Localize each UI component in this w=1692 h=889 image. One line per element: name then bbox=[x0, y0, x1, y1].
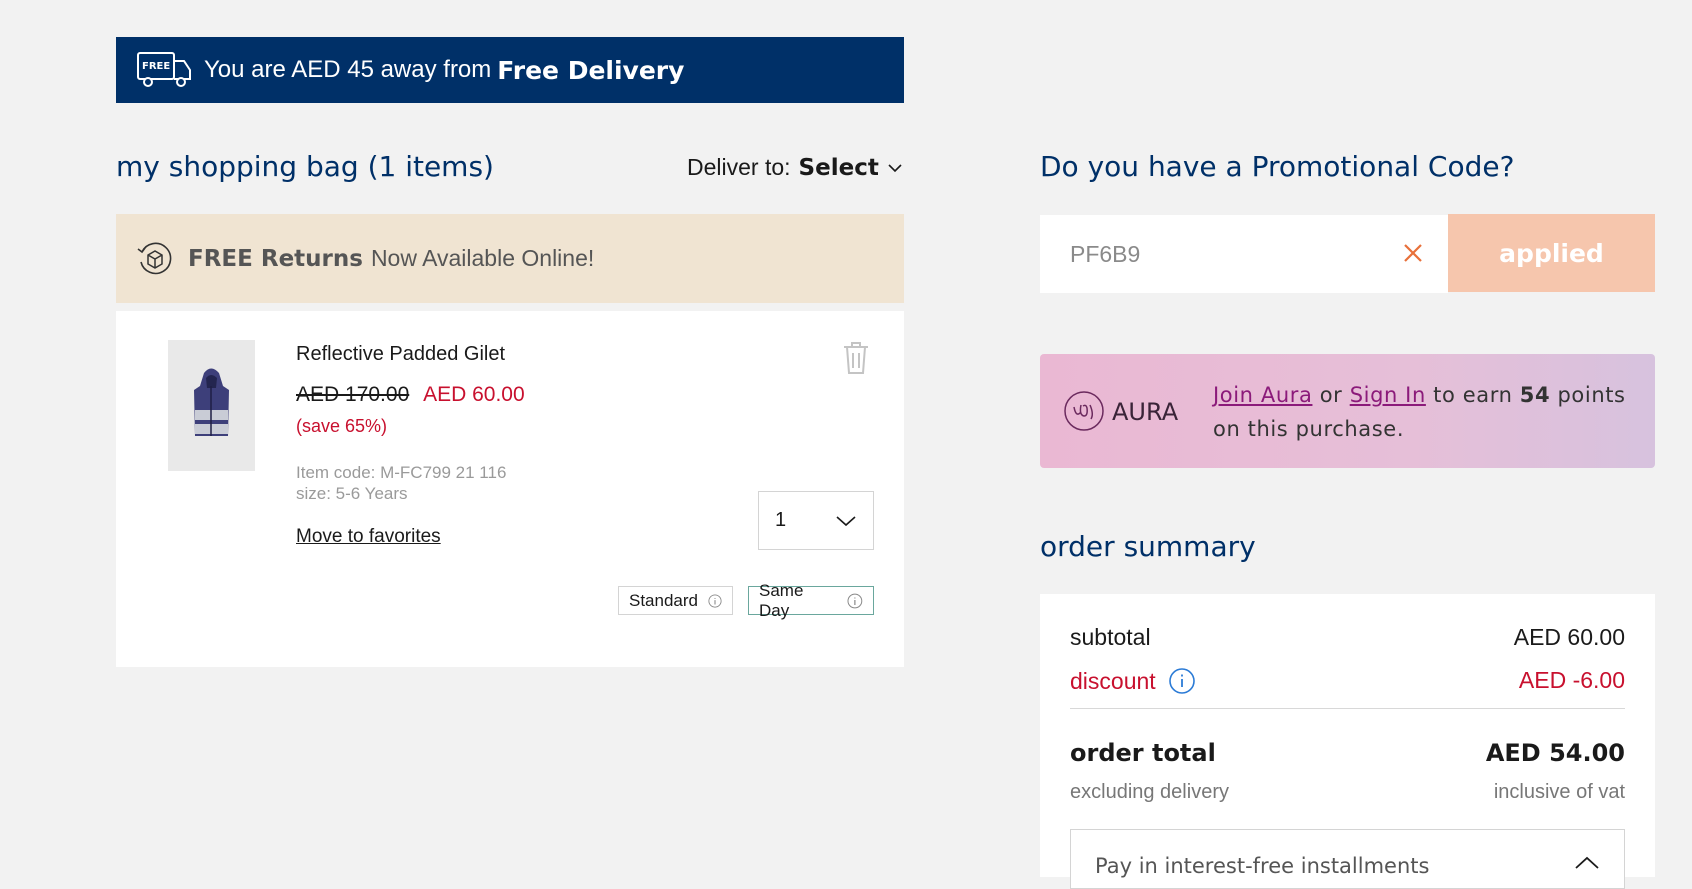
aura-message: Join Aura or Sign In to earn 54 points o… bbox=[1213, 378, 1638, 446]
discount-value: AED -6.00 bbox=[1518, 667, 1625, 693]
promo-applied-button[interactable]: applied bbox=[1448, 214, 1655, 292]
shopping-bag-title: my shopping bag (1 items) bbox=[116, 150, 494, 183]
deliver-to-selector[interactable]: Deliver to: Select bbox=[687, 154, 903, 181]
summary-divider bbox=[1070, 708, 1625, 709]
installments-accordion[interactable]: Pay in interest-free installments bbox=[1070, 829, 1625, 889]
discount-label: discount bbox=[1070, 667, 1156, 694]
delivery-option-label: Same Day bbox=[759, 580, 804, 620]
product-prices: AED 170.00 AED 60.00 bbox=[296, 383, 525, 407]
trash-icon[interactable] bbox=[840, 340, 872, 376]
move-to-favorites-link[interactable]: Move to favorites bbox=[296, 526, 441, 548]
sale-price: AED 60.00 bbox=[423, 383, 525, 406]
quantity-select[interactable]: 1 bbox=[758, 491, 874, 550]
aura-logo-icon bbox=[1064, 391, 1104, 431]
item-size: size: 5-6 Years bbox=[296, 484, 408, 503]
subtotal-row: subtotal AED 60.00 bbox=[1070, 624, 1625, 651]
aura-name: AURA bbox=[1112, 398, 1179, 426]
free-delivery-banner: FREE You are AED 45 away from Free Deliv… bbox=[116, 37, 904, 103]
banner-message: You are AED 45 away from bbox=[204, 56, 492, 83]
subtotal-value: AED 60.00 bbox=[1513, 624, 1625, 650]
order-total-row: order total AED 54.00 bbox=[1070, 739, 1625, 767]
discount-row: discount AED -6.00 bbox=[1070, 667, 1625, 695]
excluding-delivery-note: excluding delivery bbox=[1070, 781, 1229, 803]
promo-title: Do you have a Promotional Code? bbox=[1040, 150, 1515, 183]
delivery-option-standard[interactable]: Standard bbox=[618, 586, 733, 615]
chevron-down-icon bbox=[836, 515, 856, 526]
delivery-option-same-day[interactable]: Same Day bbox=[748, 581, 874, 620]
order-total-label: order total bbox=[1070, 739, 1216, 767]
item-code: Item code: M-FC799 21 116 bbox=[296, 463, 507, 482]
info-icon[interactable] bbox=[1168, 667, 1196, 695]
sign-in-link[interactable]: Sign In bbox=[1350, 383, 1426, 407]
promo-code-value[interactable]: PF6B9 bbox=[1070, 241, 1140, 268]
product-meta: Item code: M-FC799 21 116 size: 5-6 Year… bbox=[296, 462, 506, 504]
returns-strong: FREE Returns bbox=[188, 245, 363, 272]
original-price: AED 170.00 bbox=[296, 383, 410, 406]
inclusive-vat-note: inclusive of vat bbox=[1493, 781, 1625, 803]
aura-points: 54 bbox=[1519, 383, 1551, 407]
order-total-value: AED 54.00 bbox=[1485, 739, 1625, 767]
aura-or: or bbox=[1319, 383, 1343, 407]
svg-text:FREE: FREE bbox=[142, 61, 170, 72]
chevron-down-icon bbox=[888, 163, 902, 172]
product-name[interactable]: Reflective Padded Gilet bbox=[296, 343, 505, 366]
vat-note-row: excluding delivery inclusive of vat bbox=[1070, 781, 1625, 804]
returns-text: Now Available Online! bbox=[370, 245, 595, 271]
gilet-illustration bbox=[194, 368, 229, 436]
aura-earn-pre: to earn bbox=[1433, 383, 1513, 407]
free-returns-banner: FREE Returns Now Available Online! bbox=[116, 214, 904, 303]
order-summary-title: order summary bbox=[1040, 530, 1256, 563]
delivery-option-label: Standard bbox=[629, 590, 698, 610]
clear-promo-icon[interactable] bbox=[1402, 242, 1424, 264]
savings-text: (save 65%) bbox=[296, 416, 388, 436]
installments-label: Pay in interest-free installments bbox=[1095, 854, 1430, 878]
product-image[interactable] bbox=[168, 340, 255, 471]
returns-box-icon bbox=[137, 242, 172, 274]
chevron-up-icon[interactable] bbox=[1574, 854, 1600, 870]
join-aura-link[interactable]: Join Aura bbox=[1213, 383, 1312, 407]
deliver-to-value[interactable]: Select bbox=[799, 155, 879, 181]
quantity-value: 1 bbox=[775, 509, 787, 531]
free-delivery-truck-icon: FREE bbox=[137, 52, 191, 87]
subtotal-label: subtotal bbox=[1070, 624, 1151, 650]
deliver-to-label: Deliver to: bbox=[687, 154, 791, 180]
banner-highlight: Free Delivery bbox=[497, 55, 685, 85]
info-icon[interactable] bbox=[847, 593, 863, 609]
info-icon[interactable] bbox=[708, 593, 722, 609]
